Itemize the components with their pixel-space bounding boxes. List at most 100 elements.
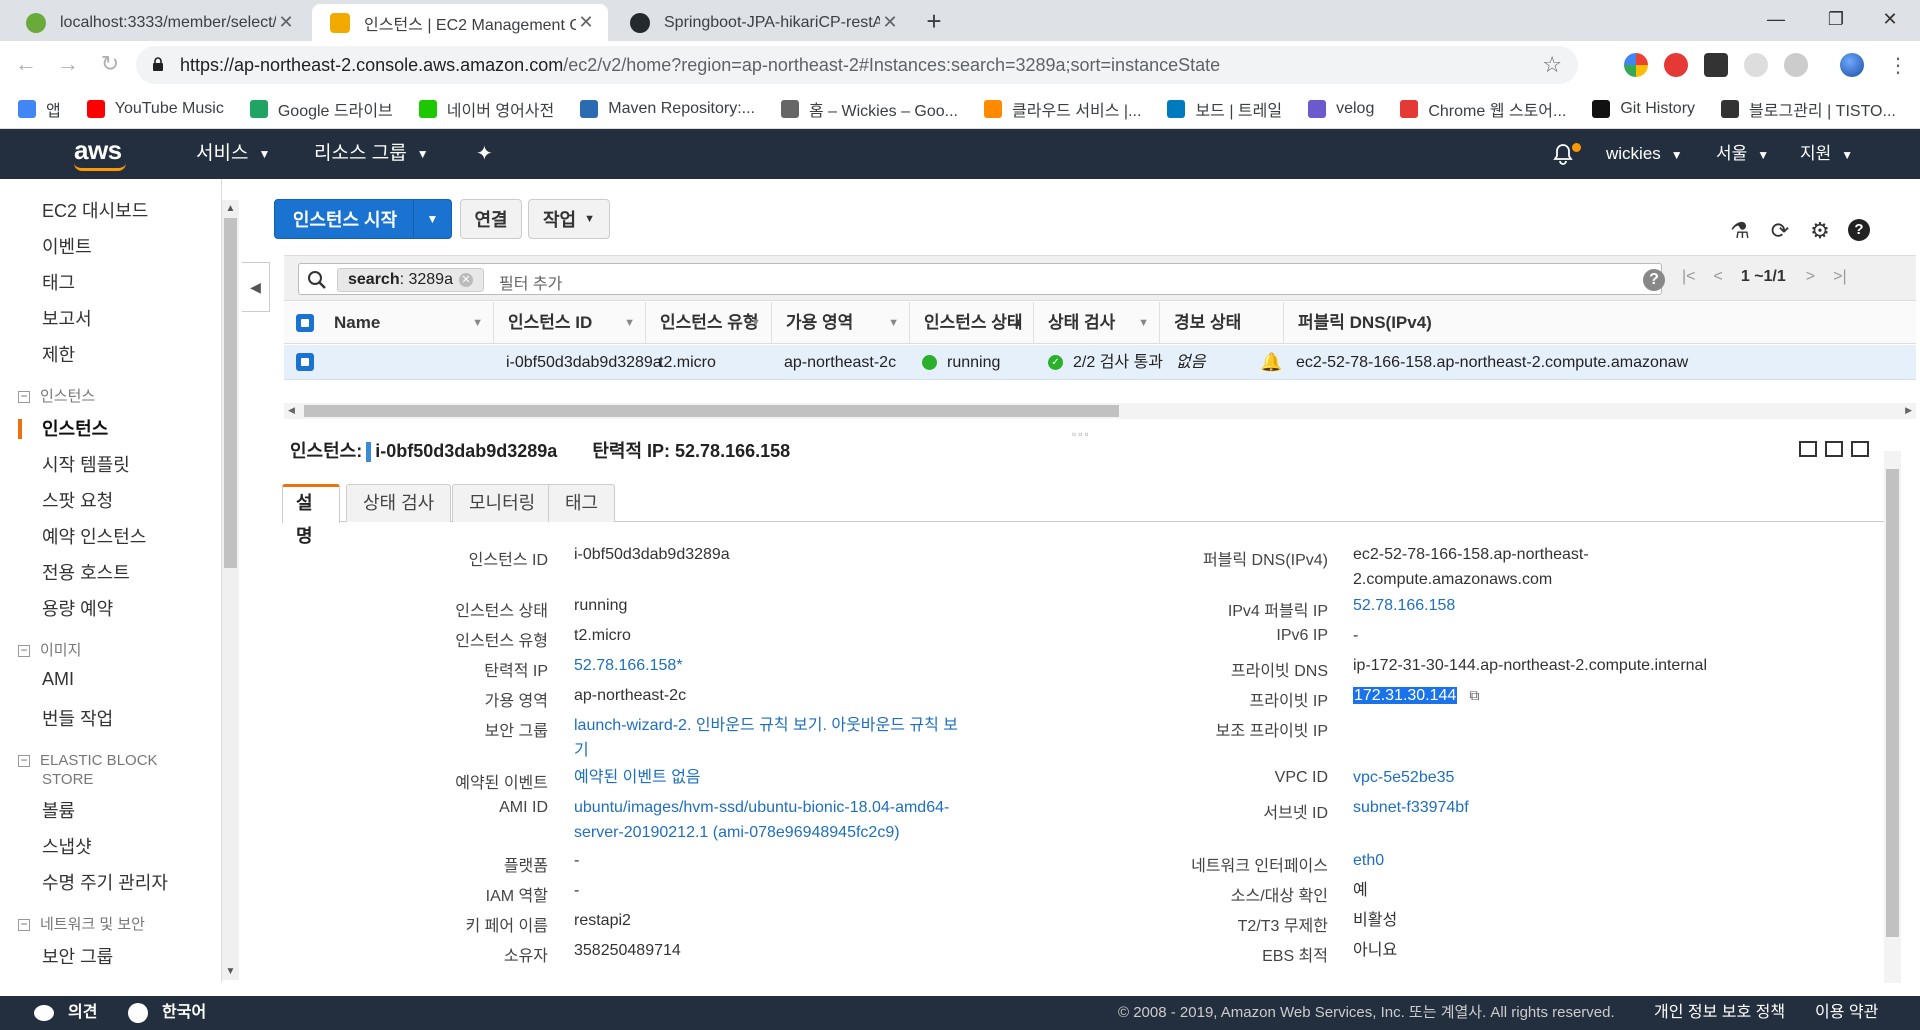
value-ipv4-public-ip-link[interactable]: 52.78.166.158: [1353, 593, 1455, 618]
close-icon[interactable]: ✕: [276, 12, 296, 33]
sidebar-item-volumes[interactable]: 볼륨: [42, 797, 75, 823]
bookmark-item[interactable]: Maven Repository:...: [580, 99, 755, 118]
sidebar-scroll-thumb[interactable]: [224, 218, 237, 568]
resource-groups-menu[interactable]: 리소스 그룹 ▼: [314, 129, 429, 179]
tab-monitoring[interactable]: 모니터링: [452, 484, 553, 522]
scroll-up-icon[interactable]: ▲: [224, 203, 237, 214]
tab-status-checks[interactable]: 상태 검사: [346, 484, 452, 522]
profile-avatar[interactable]: [1840, 53, 1864, 77]
minimize-button[interactable]: —: [1746, 0, 1806, 41]
sidebar-item-tags[interactable]: 태그: [42, 269, 75, 295]
last-page-icon[interactable]: >|: [1833, 268, 1847, 285]
sidebar-section-images[interactable]: − 이미지: [18, 641, 81, 660]
sidebar-item-dedicated-hosts[interactable]: 전용 호스트: [42, 559, 130, 585]
value-network-interfaces-link[interactable]: eth0: [1353, 848, 1384, 873]
value-elastic-ip-link[interactable]: 52.78.166.158*: [574, 653, 683, 678]
filter-chip[interactable]: search: 3289a ✕: [337, 268, 484, 292]
sidebar-item-dashboard[interactable]: EC2 대시보드: [42, 197, 148, 223]
address-bar[interactable]: https://ap-northeast-2.console.aws.amazo…: [136, 46, 1578, 84]
prev-page-icon[interactable]: <: [1714, 268, 1723, 285]
chevron-down-icon[interactable]: ▼: [413, 200, 451, 238]
account-menu[interactable]: wickies ▼: [1606, 129, 1683, 179]
sidebar-item-limits[interactable]: 제한: [42, 341, 75, 367]
value-security-groups-link-cont[interactable]: 기: [574, 738, 589, 763]
scroll-left-icon[interactable]: ◀: [288, 405, 295, 416]
extension-chrome-icon[interactable]: [1624, 53, 1648, 77]
bookmark-item[interactable]: 클라우드 서비스 |...: [984, 97, 1141, 121]
private-ip-selected-text[interactable]: 172.31.30.144: [1353, 687, 1458, 704]
scroll-down-icon[interactable]: ▼: [224, 966, 237, 977]
bookmark-item[interactable]: 보드 | 트레일: [1167, 97, 1282, 121]
support-menu[interactable]: 지원 ▼: [1800, 129, 1853, 179]
actions-button[interactable]: 작업 ▼: [528, 199, 610, 239]
next-page-icon[interactable]: >: [1806, 268, 1815, 285]
bookmark-star-icon[interactable]: ☆: [1542, 52, 1562, 78]
sidebar-item-snapshots[interactable]: 스냅샷: [42, 833, 92, 859]
window-close-button[interactable]: ✕: [1860, 0, 1920, 41]
bookmark-item[interactable]: 홈 – Wickies – Goo...: [781, 97, 958, 121]
select-all-checkbox[interactable]: [296, 314, 314, 332]
value-security-groups-link[interactable]: launch-wizard-2. 인바운드 규칙 보기. 아웃바운드 규칙 보: [574, 713, 958, 738]
layout-top-icon[interactable]: [1851, 441, 1869, 457]
bell-icon[interactable]: [1552, 143, 1574, 165]
column-header-availability-zone[interactable]: 가용 영역 ▼: [772, 302, 910, 344]
help-icon[interactable]: ?: [1643, 269, 1665, 291]
panel-resize-grip[interactable]: ▫▫▫: [1072, 427, 1091, 441]
value-ami-id-link[interactable]: ubuntu/images/hvm-ssd/ubuntu-bionic-18.0…: [574, 795, 949, 820]
sidebar-section-ebs[interactable]: − ELASTIC BLOCK: [18, 751, 158, 770]
value-scheduled-events-link[interactable]: 예약된 이벤트 없음: [574, 765, 701, 790]
bookmark-item[interactable]: YouTube Music: [86, 99, 224, 118]
sidebar-item-instances[interactable]: 인스턴스: [42, 415, 108, 441]
value-private-ip[interactable]: 172.31.30.144 ⧉: [1353, 683, 1479, 708]
reload-button[interactable]: ↻: [96, 53, 124, 77]
sidebar-item-reserved-instances[interactable]: 예약 인스턴스: [42, 523, 146, 549]
close-icon[interactable]: ✕: [880, 12, 900, 33]
search-input[interactable]: search: 3289a ✕ 필터 추가 ?: [298, 263, 1665, 295]
tab-tags[interactable]: 태그: [548, 484, 616, 522]
bookmark-item[interactable]: Git History: [1592, 99, 1695, 118]
column-header-instance-id[interactable]: 인스턴스 ID ▼: [494, 302, 646, 344]
table-horizontal-scrollbar[interactable]: ◀ ▶: [284, 403, 1916, 419]
tab-description[interactable]: 설명: [282, 484, 340, 546]
privacy-policy-link[interactable]: 개인 정보 보호 정책: [1654, 996, 1785, 1030]
help-icon[interactable]: ?: [1848, 219, 1870, 241]
table-row[interactable]: i-0bf50d3dab9d3289a t2.micro ap-northeas…: [284, 345, 1916, 380]
scroll-right-icon[interactable]: ▶: [1905, 405, 1912, 416]
value-ami-id-link-cont[interactable]: server-20190212.1 (ami-078e96948945fc2c9…: [574, 820, 900, 845]
alarm-bell-add-icon[interactable]: 🔔: [1260, 345, 1282, 380]
bookmark-item[interactable]: Chrome 웹 스토어...: [1400, 97, 1566, 121]
sidebar-item-security-groups[interactable]: 보안 그룹: [42, 943, 113, 969]
back-button[interactable]: ←: [12, 53, 40, 77]
close-icon[interactable]: ✕: [576, 12, 596, 33]
sidebar-section-instances[interactable]: − 인스턴스: [18, 387, 95, 406]
extension-reader-icon[interactable]: [1704, 53, 1728, 77]
collapse-sidebar-button[interactable]: ◀: [242, 262, 270, 312]
column-header-instance-type[interactable]: 인스턴스 유형 ▼: [646, 302, 772, 344]
bookmark-item[interactable]: velog: [1308, 99, 1374, 118]
bookmark-item[interactable]: Google 드라이브: [249, 97, 393, 121]
sidebar-item-spot-requests[interactable]: 스팟 요청: [42, 487, 113, 513]
sidebar-item-capacity-reservations[interactable]: 용량 예약: [42, 595, 113, 621]
browser-tab-github[interactable]: Springboot-JPA-hikariCP-restAP ✕: [612, 4, 912, 41]
flask-icon[interactable]: ⚗: [1728, 219, 1752, 243]
value-subnet-id-link[interactable]: subnet-f33974bf: [1353, 795, 1469, 820]
bookmark-item[interactable]: 네이버 영어사전: [418, 97, 554, 121]
pin-icon[interactable]: ✦: [476, 129, 493, 179]
refresh-icon[interactable]: ⟳: [1768, 219, 1792, 243]
column-header-instance-state[interactable]: 인스턴스 상태 ▲: [910, 302, 1034, 344]
region-menu[interactable]: 서울 ▼: [1716, 129, 1769, 179]
sidebar-item-reports[interactable]: 보고서: [42, 305, 92, 331]
value-vpc-id-link[interactable]: vpc-5e52be35: [1353, 765, 1454, 790]
sidebar-item-launch-templates[interactable]: 시작 템플릿: [42, 451, 130, 477]
column-header-status-check[interactable]: 상태 검사 ▼: [1034, 302, 1160, 344]
detail-scroll-thumb[interactable]: [1886, 469, 1899, 937]
column-header-name[interactable]: Name ▼: [320, 302, 494, 344]
browser-tab-localhost[interactable]: localhost:3333/member/select/ ✕: [8, 4, 308, 41]
row-checkbox[interactable]: [296, 353, 314, 371]
scroll-thumb[interactable]: [304, 405, 1119, 417]
sidebar-item-lifecycle-manager[interactable]: 수명 주기 관리자: [42, 869, 168, 895]
sidebar-item-events[interactable]: 이벤트: [42, 233, 92, 259]
menu-kebab-icon[interactable]: ⋮: [1888, 53, 1908, 78]
services-menu[interactable]: 서비스 ▼: [196, 129, 270, 179]
terms-link[interactable]: 이용 약관: [1815, 996, 1878, 1030]
